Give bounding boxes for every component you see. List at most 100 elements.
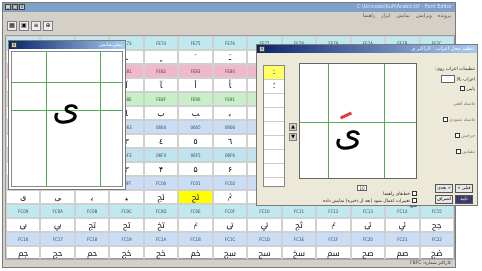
diacritic-thumb[interactable] bbox=[264, 136, 284, 150]
glyph-cell[interactable]: ﰌ bbox=[109, 218, 144, 232]
glyph-cell[interactable]: ﰒ bbox=[316, 218, 351, 232]
glyph-cell[interactable]: ﹶ bbox=[178, 50, 213, 64]
diacritic-thumb[interactable] bbox=[264, 122, 284, 136]
close-icon[interactable]: × bbox=[11, 42, 17, 48]
code-cell: FC1A bbox=[143, 232, 179, 246]
editor-titlebar[interactable]: تنظیم محل اعراب : کاراکتر ی × bbox=[257, 45, 477, 53]
glyph-cell[interactable]: ﯾ bbox=[74, 190, 110, 204]
close-icon[interactable]: × bbox=[259, 46, 265, 52]
diacritic-thumb[interactable] bbox=[264, 150, 284, 164]
glyph-cell[interactable]: ﰡ bbox=[385, 246, 420, 260]
nav-down-button[interactable]: ▼ bbox=[289, 133, 297, 141]
apply-checkbox[interactable] bbox=[412, 198, 417, 203]
maximize-icon[interactable]: □ bbox=[12, 4, 18, 10]
glyph-cell[interactable]: ﰚ bbox=[143, 246, 179, 260]
glyph-cell[interactable]: ﰢ bbox=[419, 246, 454, 260]
guides-checkbox[interactable] bbox=[412, 191, 417, 196]
glyph-cell[interactable]: ﰓ bbox=[350, 218, 386, 232]
glyph-cell[interactable]: ﹴ bbox=[143, 50, 179, 64]
glyph-cell[interactable]: ﰋ bbox=[74, 218, 110, 232]
glyph-cell[interactable]: ۴ bbox=[143, 162, 179, 176]
glyph-cell[interactable]: ﰎ bbox=[178, 218, 213, 232]
menu-item[interactable]: نمایش bbox=[396, 12, 410, 20]
glyph-cell[interactable]: ﰛ bbox=[178, 246, 213, 260]
glyph-cell[interactable]: ﯽ bbox=[40, 190, 75, 204]
main-titlebar[interactable]: C:\Unicode\Kufi\Arabic.ttf - Font Editor… bbox=[3, 3, 455, 12]
next-button[interactable]: بعدی » bbox=[435, 184, 453, 193]
diacritic-thumb[interactable] bbox=[264, 108, 284, 122]
diacritic-thumb[interactable]: ـُ bbox=[264, 80, 284, 94]
glyph-cell[interactable]: ٥ bbox=[178, 134, 213, 148]
glyph-cell[interactable]: ﹷ bbox=[212, 50, 248, 64]
toolbar-button[interactable]: ▣ bbox=[19, 21, 29, 31]
code-cell: FC0F bbox=[212, 204, 248, 218]
diacritic-thumb[interactable]: ـَ bbox=[264, 66, 284, 80]
glyph-cell[interactable]: ی bbox=[6, 190, 41, 204]
glyph-cell[interactable]: ﰜ bbox=[212, 246, 248, 260]
glyph-cell[interactable]: ﰊ bbox=[40, 218, 75, 232]
glyph-cell[interactable]: ﺄ bbox=[212, 78, 248, 92]
glyph-cell[interactable]: ﰞ bbox=[281, 246, 317, 260]
glyph-cell[interactable]: ﰏ bbox=[212, 218, 248, 232]
vspace-checkbox[interactable] bbox=[442, 117, 448, 122]
glyph-cell[interactable]: ٦ bbox=[212, 134, 248, 148]
ok-button[interactable]: تایید bbox=[455, 195, 473, 204]
glyph-cell[interactable]: ﯿ bbox=[109, 190, 144, 204]
code-cell: FC1C bbox=[212, 232, 248, 246]
below-checkbox[interactable] bbox=[459, 86, 465, 91]
prev-button[interactable]: « قبلی bbox=[455, 184, 473, 193]
glyph-cell[interactable]: ﰙ bbox=[109, 246, 144, 260]
glyph-cell[interactable]: ﺐ bbox=[178, 106, 213, 120]
toolbar-button[interactable]: ≡ bbox=[31, 21, 41, 31]
glyph-cell[interactable]: ﰘ bbox=[74, 246, 110, 260]
menu-item[interactable]: ابزار bbox=[381, 12, 390, 20]
glyph-cell[interactable]: ﺑ bbox=[212, 106, 248, 120]
preview-title: پیش‌نمایش bbox=[99, 42, 122, 48]
glyph-cell[interactable]: ۵ bbox=[178, 162, 213, 176]
toolbar-button[interactable]: ▦ bbox=[7, 21, 17, 31]
glyph-cell[interactable]: ﰉ bbox=[6, 218, 41, 232]
menu-item[interactable]: راهنما bbox=[363, 12, 375, 20]
glyph-cell[interactable]: ﰟ bbox=[316, 246, 351, 260]
code-cell: FC16 bbox=[6, 232, 41, 246]
menu-item[interactable]: ویرایش bbox=[416, 12, 432, 20]
glyph-cell[interactable]: ﰐ bbox=[247, 218, 282, 232]
glyph-cell[interactable]: ﰕ bbox=[419, 218, 454, 232]
glyph-cell[interactable]: ۶ bbox=[212, 162, 248, 176]
option-above-label: اعراب بالا bbox=[456, 77, 475, 83]
menu-item[interactable]: پرونده bbox=[438, 12, 451, 20]
scale-checkbox[interactable] bbox=[455, 149, 461, 154]
toolbar-button[interactable]: ⊕ bbox=[43, 21, 53, 31]
glyph-cell[interactable]: أ bbox=[178, 78, 213, 92]
code-cell: FC11 bbox=[281, 204, 317, 218]
glyph-cell[interactable]: ﰑ bbox=[281, 218, 317, 232]
diacritic-thumb[interactable] bbox=[264, 94, 284, 108]
glyph-cell[interactable]: ﰖ bbox=[6, 246, 41, 260]
nav-up-button[interactable]: ▲ bbox=[289, 123, 297, 131]
glyph-cell[interactable]: ﰂ bbox=[212, 190, 248, 204]
color-swatch[interactable] bbox=[441, 75, 456, 83]
preview-titlebar[interactable]: پیش‌نمایش × bbox=[9, 41, 125, 49]
glyph-cell[interactable]: ﰗ bbox=[40, 246, 75, 260]
editor-canvas[interactable]: ی bbox=[299, 63, 417, 179]
close-icon[interactable]: × bbox=[19, 4, 25, 10]
code-cell: FE84 bbox=[212, 64, 248, 78]
minimize-icon[interactable]: _ bbox=[5, 4, 11, 10]
cancel-button[interactable]: انصراف bbox=[435, 195, 453, 204]
menubar: پرونده ویرایش نمایش ابزار راهنما bbox=[3, 12, 455, 20]
glyph-cell[interactable]: ﰁ bbox=[178, 190, 213, 204]
glyph-cell[interactable]: ﰍ bbox=[143, 218, 179, 232]
code-cell: 06F4 bbox=[143, 148, 179, 162]
glyph-cell[interactable]: ب bbox=[143, 106, 179, 120]
glyph-cell[interactable]: ﺂ bbox=[143, 78, 179, 92]
glyph-cell[interactable]: ﰠ bbox=[350, 246, 386, 260]
diacritic-thumb[interactable] bbox=[264, 164, 284, 178]
glyph-cell[interactable]: ٤ bbox=[143, 134, 179, 148]
settings-title: تنظیمات اعراب روی: bbox=[434, 67, 475, 72]
glyph-cell[interactable]: ﰝ bbox=[247, 246, 282, 260]
rotate-checkbox[interactable] bbox=[454, 133, 460, 138]
glyph-cell[interactable]: ﰔ bbox=[385, 218, 420, 232]
code-cell: FE82 bbox=[143, 64, 179, 78]
code-cell: FC0B bbox=[74, 204, 110, 218]
glyph-cell[interactable]: ﰀ bbox=[143, 190, 179, 204]
